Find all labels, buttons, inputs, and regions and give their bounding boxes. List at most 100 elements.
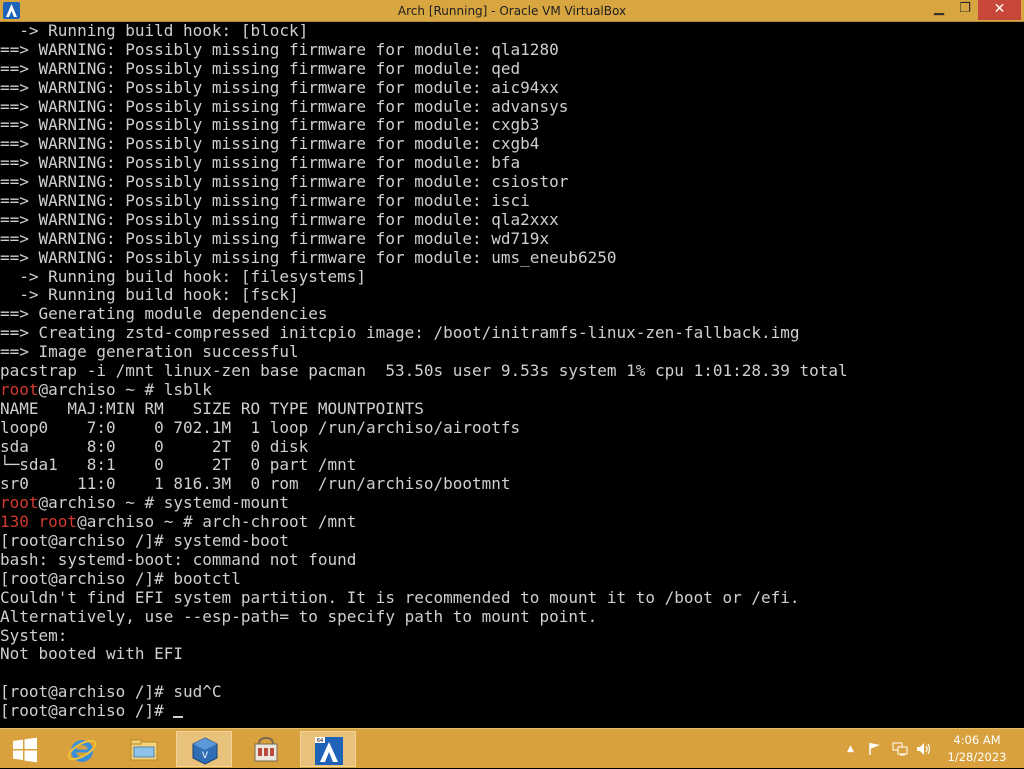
console-text: ==> WARNING: Possibly missing firmware f… — [0, 247, 617, 267]
console-text: ==> Image generation successful — [0, 342, 299, 362]
console-line: [root@archiso /]# systemd-boot — [0, 531, 1024, 551]
console-text: ==> WARNING: Possibly missing firmware f… — [0, 115, 540, 135]
console-line: └─sda1 8:1 0 2T 0 part /mnt — [0, 456, 1024, 475]
minimize-button[interactable]: ▁ — [926, 0, 952, 20]
network-icon[interactable] — [892, 742, 908, 760]
virtualbox-icon: V — [192, 737, 218, 765]
start-button[interactable] — [0, 731, 50, 767]
console-line: [root@archiso /]# sud^C — [0, 682, 1024, 702]
console-text: sda 8:0 0 2T 0 disk — [0, 436, 309, 456]
console-text: ==> WARNING: Possibly missing firmware f… — [0, 228, 550, 248]
taskbar-internet-explorer[interactable] — [54, 731, 110, 767]
vm-console-screen[interactable]: -> Running build hook: [block] ==> WARNIN… — [0, 22, 1024, 728]
console-text: ==> WARNING: Possibly missing firmware f… — [0, 209, 559, 229]
console-text: [root@archiso /]# systemd-boot — [0, 531, 289, 551]
restore-button[interactable]: ❐ — [952, 0, 978, 20]
console-line: root@archiso ~ # systemd-mount — [0, 493, 1024, 513]
console-line: ==> Image generation successful — [0, 342, 1024, 362]
console-line: ==> Creating zstd-compressed initcpio im… — [0, 323, 1024, 343]
console-text: ==> WARNING: Possibly missing firmware f… — [0, 96, 569, 116]
console-line: ==> WARNING: Possibly missing firmware f… — [0, 77, 1024, 98]
taskbar-clock[interactable]: 4:06 AM 1/28/2023 — [936, 732, 1018, 766]
console-line: ==> WARNING: Possibly missing firmware f… — [0, 191, 1024, 211]
taskbar: V 64 ▲ 4:06 AM 1/28/2023 — [0, 728, 1024, 768]
console-text: ==> WARNING: Possibly missing firmware f… — [0, 39, 559, 59]
prompt-user: root — [0, 493, 39, 513]
console-output: -> Running build hook: [block] ==> WARNIN… — [0, 22, 1024, 721]
clock-time: 4:06 AM — [953, 733, 1001, 747]
console-text: -> Running build hook: [filesystems] — [0, 266, 367, 286]
store-icon — [254, 736, 278, 762]
console-text: NAME MAJ:MIN RM SIZE RO TYPE MOUNTPOINTS — [0, 398, 424, 418]
console-text: @archiso ~ # arch-chroot /mnt — [77, 512, 357, 532]
console-line: Not booted with EFI — [0, 644, 1024, 664]
console-line: ==> WARNING: Possibly missing firmware f… — [0, 172, 1024, 192]
close-button[interactable]: ✕ — [978, 0, 1021, 20]
console-line: pacstrap -i /mnt linux-zen base pacman 5… — [0, 361, 1024, 381]
console-line: ==> Generating module dependencies — [0, 304, 1024, 324]
console-text: ==> WARNING: Possibly missing firmware f… — [0, 58, 521, 78]
clock-date: 1/28/2023 — [947, 750, 1007, 764]
exit-status-code: 130 — [0, 512, 39, 532]
console-line: Couldn't find EFI system partition. It i… — [0, 588, 1024, 608]
console-line: ==> WARNING: Possibly missing firmware f… — [0, 228, 1024, 249]
internet-explorer-icon — [67, 739, 97, 762]
taskbar-arch-vm[interactable]: 64 — [300, 731, 356, 767]
console-text: @archiso ~ # systemd-mount — [38, 493, 289, 513]
console-line: -> Running build hook: [block] — [0, 22, 1024, 41]
console-text: -> Running build hook: [block] — [0, 22, 309, 40]
console-text: ==> WARNING: Possibly missing firmware f… — [0, 172, 569, 192]
console-line: bash: systemd-boot: command not found — [0, 549, 1024, 570]
console-line: ==> WARNING: Possibly missing firmware f… — [0, 134, 1024, 154]
console-text: Not booted with EFI — [0, 644, 184, 664]
taskbar-file-explorer[interactable] — [116, 731, 172, 767]
system-tray: ▲ — [840, 729, 940, 769]
volume-icon[interactable] — [916, 742, 932, 760]
console-text: └─sda1 8:1 0 2T 0 part /mnt — [0, 455, 357, 475]
console-text: [root@archiso /]# sud^C — [0, 682, 222, 702]
prompt-user: root — [38, 512, 78, 532]
console-line: ==> WARNING: Possibly missing firmware f… — [0, 247, 1024, 268]
prompt-user: root — [0, 379, 39, 399]
console-text: ==> Generating module dependencies — [0, 304, 328, 324]
windows-logo-icon — [13, 737, 37, 763]
action-center-flag-icon[interactable] — [868, 742, 882, 760]
folder-icon — [130, 739, 158, 761]
console-text: ==> WARNING: Possibly missing firmware f… — [0, 191, 530, 211]
show-hidden-icons-chevron-icon[interactable]: ▲ — [847, 744, 854, 754]
console-text: pacstrap -i /mnt linux-zen base pacman 5… — [0, 361, 848, 381]
console-text: bash: systemd-boot: command not found — [0, 549, 357, 569]
console-line: Alternatively, use --esp-path= to specif… — [0, 606, 1024, 627]
console-line: sr0 11:0 1 816.3M 0 rom /run/archiso/boo… — [0, 474, 1024, 494]
console-line: ==> WARNING: Possibly missing firmware f… — [0, 58, 1024, 79]
console-line: ==> WARNING: Possibly missing firmware f… — [0, 209, 1024, 230]
console-line: loop0 7:0 0 702.1M 1 loop /run/archiso/a… — [0, 418, 1024, 438]
window-title: Arch [Running] - Oracle VM VirtualBox — [397, 4, 627, 18]
taskbar-store[interactable] — [238, 731, 294, 767]
console-line: ==> WARNING: Possibly missing firmware f… — [0, 96, 1024, 117]
console-line: root@archiso ~ # lsblk — [0, 379, 1024, 400]
svg-text:64: 64 — [317, 738, 323, 744]
console-line: [root@archiso /]# — [0, 701, 1024, 721]
taskbar-virtualbox-manager[interactable]: V — [176, 731, 232, 767]
console-line: -> Running build hook: [filesystems] — [0, 266, 1024, 287]
console-text: ==> WARNING: Possibly missing firmware f… — [0, 134, 540, 154]
console-text: System: — [0, 625, 68, 645]
console-text: -> Running build hook: [fsck] — [0, 285, 299, 305]
text-cursor — [173, 702, 184, 719]
console-line: 130 root@archiso ~ # arch-chroot /mnt — [0, 512, 1024, 532]
console-line: -> Running build hook: [fsck] — [0, 286, 1024, 305]
console-line: sda 8:0 0 2T 0 disk — [0, 436, 1024, 457]
console-text: [root@archiso /]# — [0, 701, 174, 721]
console-text: ==> WARNING: Possibly missing firmware f… — [0, 77, 559, 97]
console-text: Alternatively, use --esp-path= to specif… — [0, 606, 598, 626]
console-text: ==> Creating zstd-compressed initcpio im… — [0, 323, 800, 343]
console-line: NAME MAJ:MIN RM SIZE RO TYPE MOUNTPOINTS — [0, 398, 1024, 419]
window-titlebar[interactable]: Arch [Running] - Oracle VM VirtualBox ▁ … — [0, 0, 1024, 22]
console-text: ==> WARNING: Possibly missing firmware f… — [0, 153, 521, 173]
svg-text:V: V — [202, 751, 209, 761]
console-line: ==> WARNING: Possibly missing firmware f… — [0, 39, 1024, 60]
console-line: System: — [0, 625, 1024, 646]
arch-linux-icon: 64 — [315, 737, 343, 765]
